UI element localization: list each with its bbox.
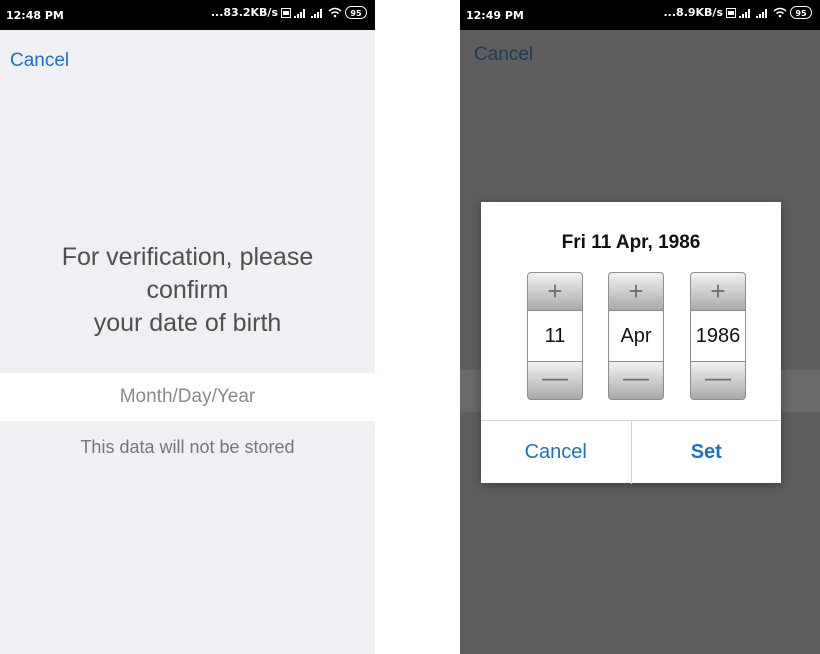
day-decrement-button[interactable]: — (527, 361, 583, 400)
dialog-title: Fri 11 Apr, 1986 (561, 232, 701, 253)
cancel-link[interactable]: Cancel (10, 50, 69, 72)
verification-prompt: For verification, please confirm your da… (61, 243, 314, 337)
cancel-link: Cancel (474, 44, 534, 65)
network-speed: ...8.9KB/s (663, 6, 724, 19)
dialog-cancel-button[interactable]: Cancel (481, 421, 632, 484)
wifi-icon (328, 7, 342, 18)
year-picker: + 1986 — (690, 272, 746, 400)
network-speed: ...83.2KB/s (210, 6, 278, 19)
date-picker-dialog: Fri 11 Apr, 1986 + 11 — + Apr — + 1986 —… (481, 202, 781, 484)
sim-icon (726, 7, 736, 18)
month-decrement-button[interactable]: — (608, 361, 664, 400)
sim-icon (281, 7, 291, 18)
month-increment-button[interactable]: + (608, 272, 664, 311)
dialog-set-button[interactable]: Set (632, 421, 782, 484)
status-bar: 12:49 PM ...8.9KB/s 95 (460, 0, 820, 30)
signal-icon-2 (311, 8, 322, 18)
signal-icon (294, 8, 305, 18)
year-value: 1986 (690, 311, 746, 361)
status-icons: ...83.2KB/s 95 (211, 6, 367, 19)
status-icons: ...8.9KB/s 95 (663, 6, 812, 19)
date-picker-screen: 12:49 PM ...8.9KB/s 95 Cancel Fri 11 Apr… (460, 0, 820, 654)
month-value: Apr (608, 311, 664, 361)
status-time: 12:49 PM (466, 9, 524, 22)
month-picker: + Apr — (608, 272, 664, 400)
day-value: 11 (527, 311, 583, 361)
dialog-buttons: Cancel Set (481, 420, 781, 484)
battery-icon: 95 (790, 6, 812, 19)
privacy-note: This data will not be stored (80, 437, 295, 457)
day-picker: + 11 — (527, 272, 583, 400)
year-decrement-button[interactable]: — (690, 361, 746, 400)
date-of-birth-screen: 12:48 PM ...83.2KB/s 95 Cancel For verif… (0, 0, 375, 654)
date-field-placeholder: Month/Day/Year (119, 386, 256, 407)
wifi-icon (773, 7, 787, 18)
status-bar: 12:48 PM ...83.2KB/s 95 (0, 0, 375, 30)
day-increment-button[interactable]: + (527, 272, 583, 311)
battery-icon: 95 (345, 6, 367, 19)
signal-icon-2 (756, 8, 767, 18)
year-increment-button[interactable]: + (690, 272, 746, 311)
signal-icon (739, 8, 750, 18)
date-of-birth-field[interactable]: Month/Day/Year (0, 373, 375, 421)
status-time: 12:48 PM (6, 9, 64, 22)
